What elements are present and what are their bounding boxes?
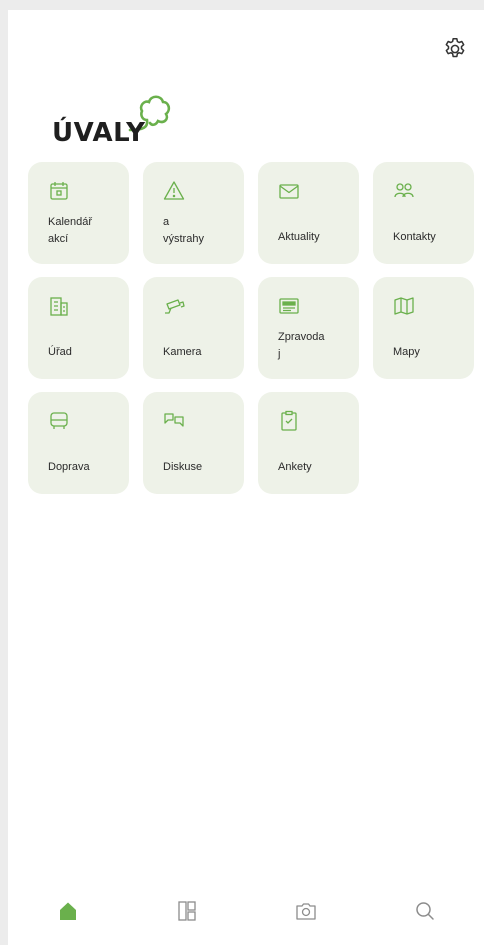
tile-label: Aktuality [278,231,320,243]
nav-dashboard[interactable] [157,889,217,939]
tile-mapy[interactable]: Mapy [373,277,474,379]
envelope-icon [279,184,299,199]
tile-zpravodaj[interactable]: Zpravoda j [258,277,359,379]
map-icon [394,297,414,315]
logo-text: ÚVALY [52,118,146,148]
newspaper-icon [279,298,299,314]
calendar-icon [50,182,68,200]
tile-label: a výstrahy [163,216,204,245]
tile-label: Kalendář akcí [48,216,93,245]
poll-icon [281,410,297,431]
dashboard-icon [177,901,196,921]
tiles-grid: Kalendář akcí a výstrahy Aktuality Konta… [28,162,480,494]
bottom-navigation [8,889,484,945]
tile-aktuality[interactable]: Aktuality [258,162,359,264]
discussion-icon [164,413,184,427]
bus-icon [50,412,68,429]
tile-doprava[interactable]: Doprava [28,392,129,494]
nav-home[interactable] [38,889,98,939]
tile-kalendar-akci[interactable]: Kalendář akcí [28,162,129,264]
tile-label: Kontakty [393,231,436,243]
tile-vystrahy[interactable]: a výstrahy [143,162,244,264]
tile-label: Kamera [163,346,202,358]
tile-label: Zpravoda j [278,331,325,360]
tile-label: Doprava [48,461,90,473]
uvaly-logo: ÚVALY [52,90,192,150]
tile-kamera[interactable]: Kamera [143,277,244,379]
nav-search[interactable] [395,889,455,939]
gear-icon [445,37,465,58]
home-icon [59,902,76,920]
tile-label: Ankety [278,461,312,473]
camera-nav-icon [295,903,316,920]
tile-urad[interactable]: Úřad [28,277,129,379]
tile-ankety[interactable]: Ankety [258,392,359,494]
app-screen: ÚVALY Kalendář akcí a výstrahy Aktuality… [8,10,484,945]
nav-camera[interactable] [276,889,336,939]
tile-label: Úřad [48,346,72,358]
camera-icon [165,299,185,314]
tile-label: Diskuse [163,461,203,473]
contacts-icon [394,183,414,198]
tile-kontakty[interactable]: Kontakty [373,162,474,264]
settings-button[interactable] [436,30,474,68]
warning-icon [163,181,185,200]
building-icon [50,297,68,316]
tile-label: Mapy [393,346,420,358]
search-icon [415,902,434,920]
tile-diskuse[interactable]: Diskuse [143,392,244,494]
